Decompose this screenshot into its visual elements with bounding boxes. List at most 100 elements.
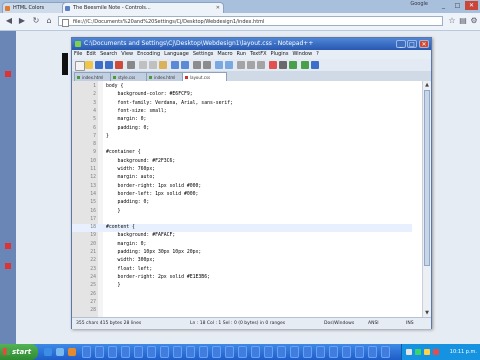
- close-button[interactable]: ✕: [465, 1, 478, 10]
- quicklaunch-ie-icon[interactable]: [44, 348, 52, 356]
- vertical-scrollbar[interactable]: ▲ ▼: [422, 81, 431, 317]
- taskbar-window-button[interactable]: [95, 346, 104, 358]
- code-line[interactable]: 19 background: #FAFACF;: [72, 232, 412, 240]
- desktop-icon[interactable]: [5, 263, 11, 269]
- taskbar-window-button[interactable]: [342, 346, 351, 358]
- copy-icon[interactable]: [149, 61, 157, 69]
- home-icon[interactable]: ⌂: [44, 16, 54, 26]
- code-line[interactable]: 10 background: #F2F3C6;: [72, 158, 412, 166]
- forward-arrow-icon[interactable]: ▶: [17, 16, 27, 26]
- quicklaunch-desktop-icon[interactable]: [56, 348, 64, 356]
- run-macro-icon[interactable]: [301, 61, 309, 69]
- notepad-close-button[interactable]: ✕: [419, 40, 429, 48]
- minimize-button[interactable]: _: [437, 1, 450, 10]
- taskbar-window-button[interactable]: [199, 346, 208, 358]
- taskbar-window-button[interactable]: [173, 346, 182, 358]
- taskbar-window-button[interactable]: [329, 346, 338, 358]
- sync-scroll-icon[interactable]: [237, 61, 245, 69]
- taskbar-window-button[interactable]: [147, 346, 156, 358]
- menu-encoding[interactable]: Encoding: [135, 50, 162, 59]
- maximize-button[interactable]: □: [451, 1, 464, 10]
- code-line[interactable]: 17: [72, 216, 412, 224]
- scroll-down-icon[interactable]: ▼: [424, 310, 430, 316]
- desktop-icon[interactable]: [5, 243, 11, 249]
- code-line[interactable]: 9 #container {: [72, 149, 412, 157]
- menu-window[interactable]: Window: [290, 50, 314, 59]
- code-editor[interactable]: 1 body {2 background-color: #E6FCF9; 3 fon…: [72, 81, 431, 317]
- save-macro-icon[interactable]: [311, 61, 319, 69]
- taskbar-window-button[interactable]: [108, 346, 117, 358]
- desktop-icon[interactable]: [5, 71, 11, 77]
- code-line[interactable]: 20 margin: 0;: [72, 241, 412, 249]
- tray-icon[interactable]: [406, 349, 412, 355]
- back-arrow-icon[interactable]: ◀: [4, 16, 14, 26]
- save-all-icon[interactable]: [105, 61, 113, 69]
- wrench-icon[interactable]: ⚙: [469, 16, 479, 26]
- menu-search[interactable]: Search: [98, 50, 119, 59]
- code-line[interactable]: 8: [72, 141, 412, 149]
- code-line[interactable]: 27: [72, 299, 412, 307]
- show-all-chars-icon[interactable]: [257, 61, 265, 69]
- notepad-titlebar[interactable]: C:\Documents and Settings\Cj\Desktop\Web…: [72, 38, 431, 50]
- find-icon[interactable]: [193, 61, 201, 69]
- replace-icon[interactable]: [203, 61, 211, 69]
- notepad-minimize-button[interactable]: _: [396, 40, 406, 48]
- code-line[interactable]: 5 margin: 0;: [72, 116, 412, 124]
- code-line[interactable]: 21 padding: 10px 30px 10px 20px;: [72, 249, 412, 257]
- taskbar-window-button[interactable]: [316, 346, 325, 358]
- taskbar-window-button[interactable]: [121, 346, 130, 358]
- code-line[interactable]: 7}: [72, 133, 412, 141]
- taskbar-window-button[interactable]: [212, 346, 221, 358]
- code-line[interactable]: 6 padding: 0;: [72, 125, 412, 133]
- code-line[interactable]: 2 background-color: #E6FCF9;: [72, 91, 412, 99]
- code-line[interactable]: 11 width: 760px;: [72, 166, 412, 174]
- star-icon[interactable]: ☆: [447, 16, 457, 26]
- code-line[interactable]: 12 margin: auto;: [72, 174, 412, 182]
- menu-view[interactable]: View: [119, 50, 135, 59]
- cut-icon[interactable]: [139, 61, 147, 69]
- menu-file[interactable]: File: [72, 50, 84, 59]
- taskbar-window-button[interactable]: [251, 346, 260, 358]
- code-line[interactable]: 14 border-left: 1px solid #000;: [72, 191, 412, 199]
- tray-icon[interactable]: [433, 349, 439, 355]
- start-button[interactable]: start: [0, 344, 38, 360]
- page-menu-icon[interactable]: ▤: [458, 16, 468, 26]
- address-bar[interactable]: file:///C:/Documents%20and%20Settings/Cj…: [58, 16, 443, 27]
- taskbar-window-button[interactable]: [186, 346, 195, 358]
- taskbar-window-button[interactable]: [82, 346, 91, 358]
- scroll-up-icon[interactable]: ▲: [424, 82, 430, 88]
- code-line[interactable]: 25 }: [72, 282, 412, 290]
- quicklaunch-media-icon[interactable]: [68, 348, 76, 356]
- play-macro-icon[interactable]: [289, 61, 297, 69]
- taskbar-window-button[interactable]: [277, 346, 286, 358]
- code-line[interactable]: 18 #content {: [72, 224, 412, 233]
- menu-textfx[interactable]: TextFX: [248, 50, 268, 59]
- menu-plugins[interactable]: Plugins: [269, 50, 291, 59]
- menu-settings[interactable]: Settings: [191, 50, 216, 59]
- code-line[interactable]: 1 body {: [72, 83, 412, 91]
- zoom-in-icon[interactable]: [215, 61, 223, 69]
- code-line[interactable]: 16 }: [72, 208, 412, 216]
- wrap-icon[interactable]: [247, 61, 255, 69]
- paste-icon[interactable]: [159, 61, 167, 69]
- open-folder-icon[interactable]: [85, 61, 93, 69]
- menu-edit[interactable]: Edit: [84, 50, 98, 59]
- code-line[interactable]: 26: [72, 291, 412, 299]
- taskbar-window-button[interactable]: [368, 346, 377, 358]
- taskbar-window-button[interactable]: [238, 346, 247, 358]
- code-line[interactable]: 28: [72, 307, 412, 315]
- scrollbar-thumb[interactable]: [424, 90, 430, 266]
- notepad-maximize-button[interactable]: □: [407, 40, 417, 48]
- tray-icon[interactable]: [424, 349, 430, 355]
- taskbar-window-button[interactable]: [225, 346, 234, 358]
- taskbar-window-button[interactable]: [290, 346, 299, 358]
- taskbar-window-button[interactable]: [303, 346, 312, 358]
- code-line[interactable]: 3 font-family: Verdana, Arial, sans-seri…: [72, 100, 412, 108]
- taskbar-window-button[interactable]: [134, 346, 143, 358]
- record-macro-icon[interactable]: [269, 61, 277, 69]
- new-file-icon[interactable]: [75, 61, 85, 71]
- menu-run[interactable]: Run: [235, 50, 249, 59]
- close-file-icon[interactable]: [115, 61, 123, 69]
- code-line[interactable]: 22 width: 300px;: [72, 257, 412, 265]
- tray-icon[interactable]: [415, 349, 421, 355]
